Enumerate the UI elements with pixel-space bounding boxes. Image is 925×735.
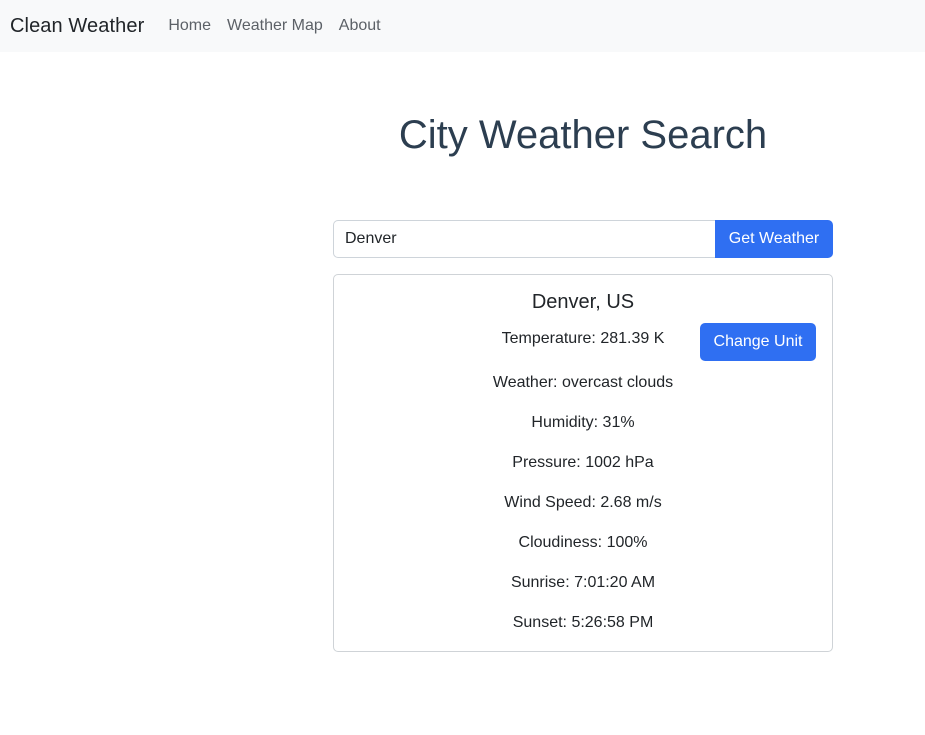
change-unit-button[interactable]: Change Unit	[700, 323, 816, 361]
get-weather-button[interactable]: Get Weather	[715, 220, 833, 258]
weather-card: Denver, US Temperature: 281.39 K Change …	[333, 274, 833, 652]
humidity-text: Humidity: 31%	[531, 414, 635, 431]
city-search-input[interactable]	[333, 220, 715, 258]
navbar: Clean Weather Home Weather Map About	[0, 0, 925, 52]
nav-link-weather-map[interactable]: Weather Map	[227, 17, 323, 35]
nav-links: Home Weather Map About	[168, 17, 396, 35]
nav-link-home[interactable]: Home	[168, 17, 211, 35]
city-name: Denver, US	[531, 291, 635, 313]
cloudiness-text: Cloudiness: 100%	[518, 534, 648, 551]
nav-link-about[interactable]: About	[339, 17, 381, 35]
page-title: City Weather Search	[398, 113, 768, 157]
sunset-text: Sunset: 5:26:58 PM	[512, 614, 654, 631]
search-group: Get Weather	[333, 220, 833, 258]
pressure-text: Pressure: 1002 hPa	[512, 454, 654, 471]
weather-description-text: Weather: overcast clouds	[492, 374, 674, 391]
wind-speed-text: Wind Speed: 2.68 m/s	[504, 494, 662, 511]
sunrise-text: Sunrise: 7:01:20 AM	[510, 574, 656, 591]
brand-link[interactable]: Clean Weather	[10, 15, 144, 38]
